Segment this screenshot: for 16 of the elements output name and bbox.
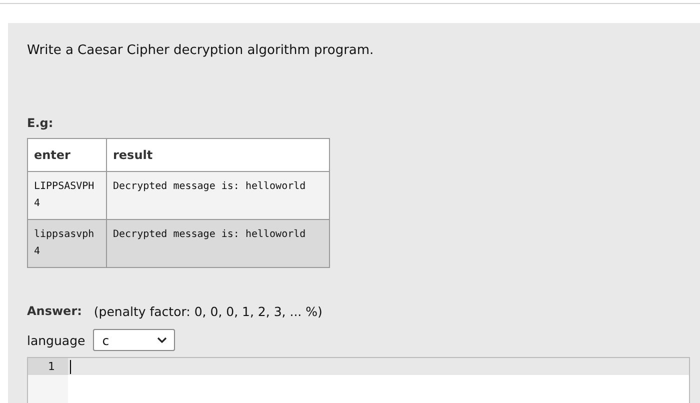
language-dropdown[interactable]: c (93, 329, 176, 351)
column-header: result (106, 138, 330, 172)
line-number: 1 (28, 358, 68, 375)
penalty-text: (penalty factor: 0, 0, 0, 1, 2, 3, ... %) (94, 304, 322, 319)
table-cell: LIPPSASVPH 4 (28, 172, 106, 220)
question-text: Write a Caesar Cipher decryption algorithm program. (27, 43, 375, 58)
chevron-down-icon (157, 337, 168, 343)
table-cell: lippsasvph 4 (28, 220, 106, 268)
language-label: language (27, 332, 86, 348)
text-cursor (70, 360, 71, 374)
table-cell: Decrypted message is: helloworld (106, 220, 330, 268)
example-label: E.g: (27, 116, 54, 130)
answer-label: Answer: (27, 304, 82, 319)
code-editor[interactable]: 1 (27, 357, 690, 403)
table-cell: Decrypted message is: helloworld (106, 172, 330, 220)
column-header: enter (28, 138, 106, 172)
